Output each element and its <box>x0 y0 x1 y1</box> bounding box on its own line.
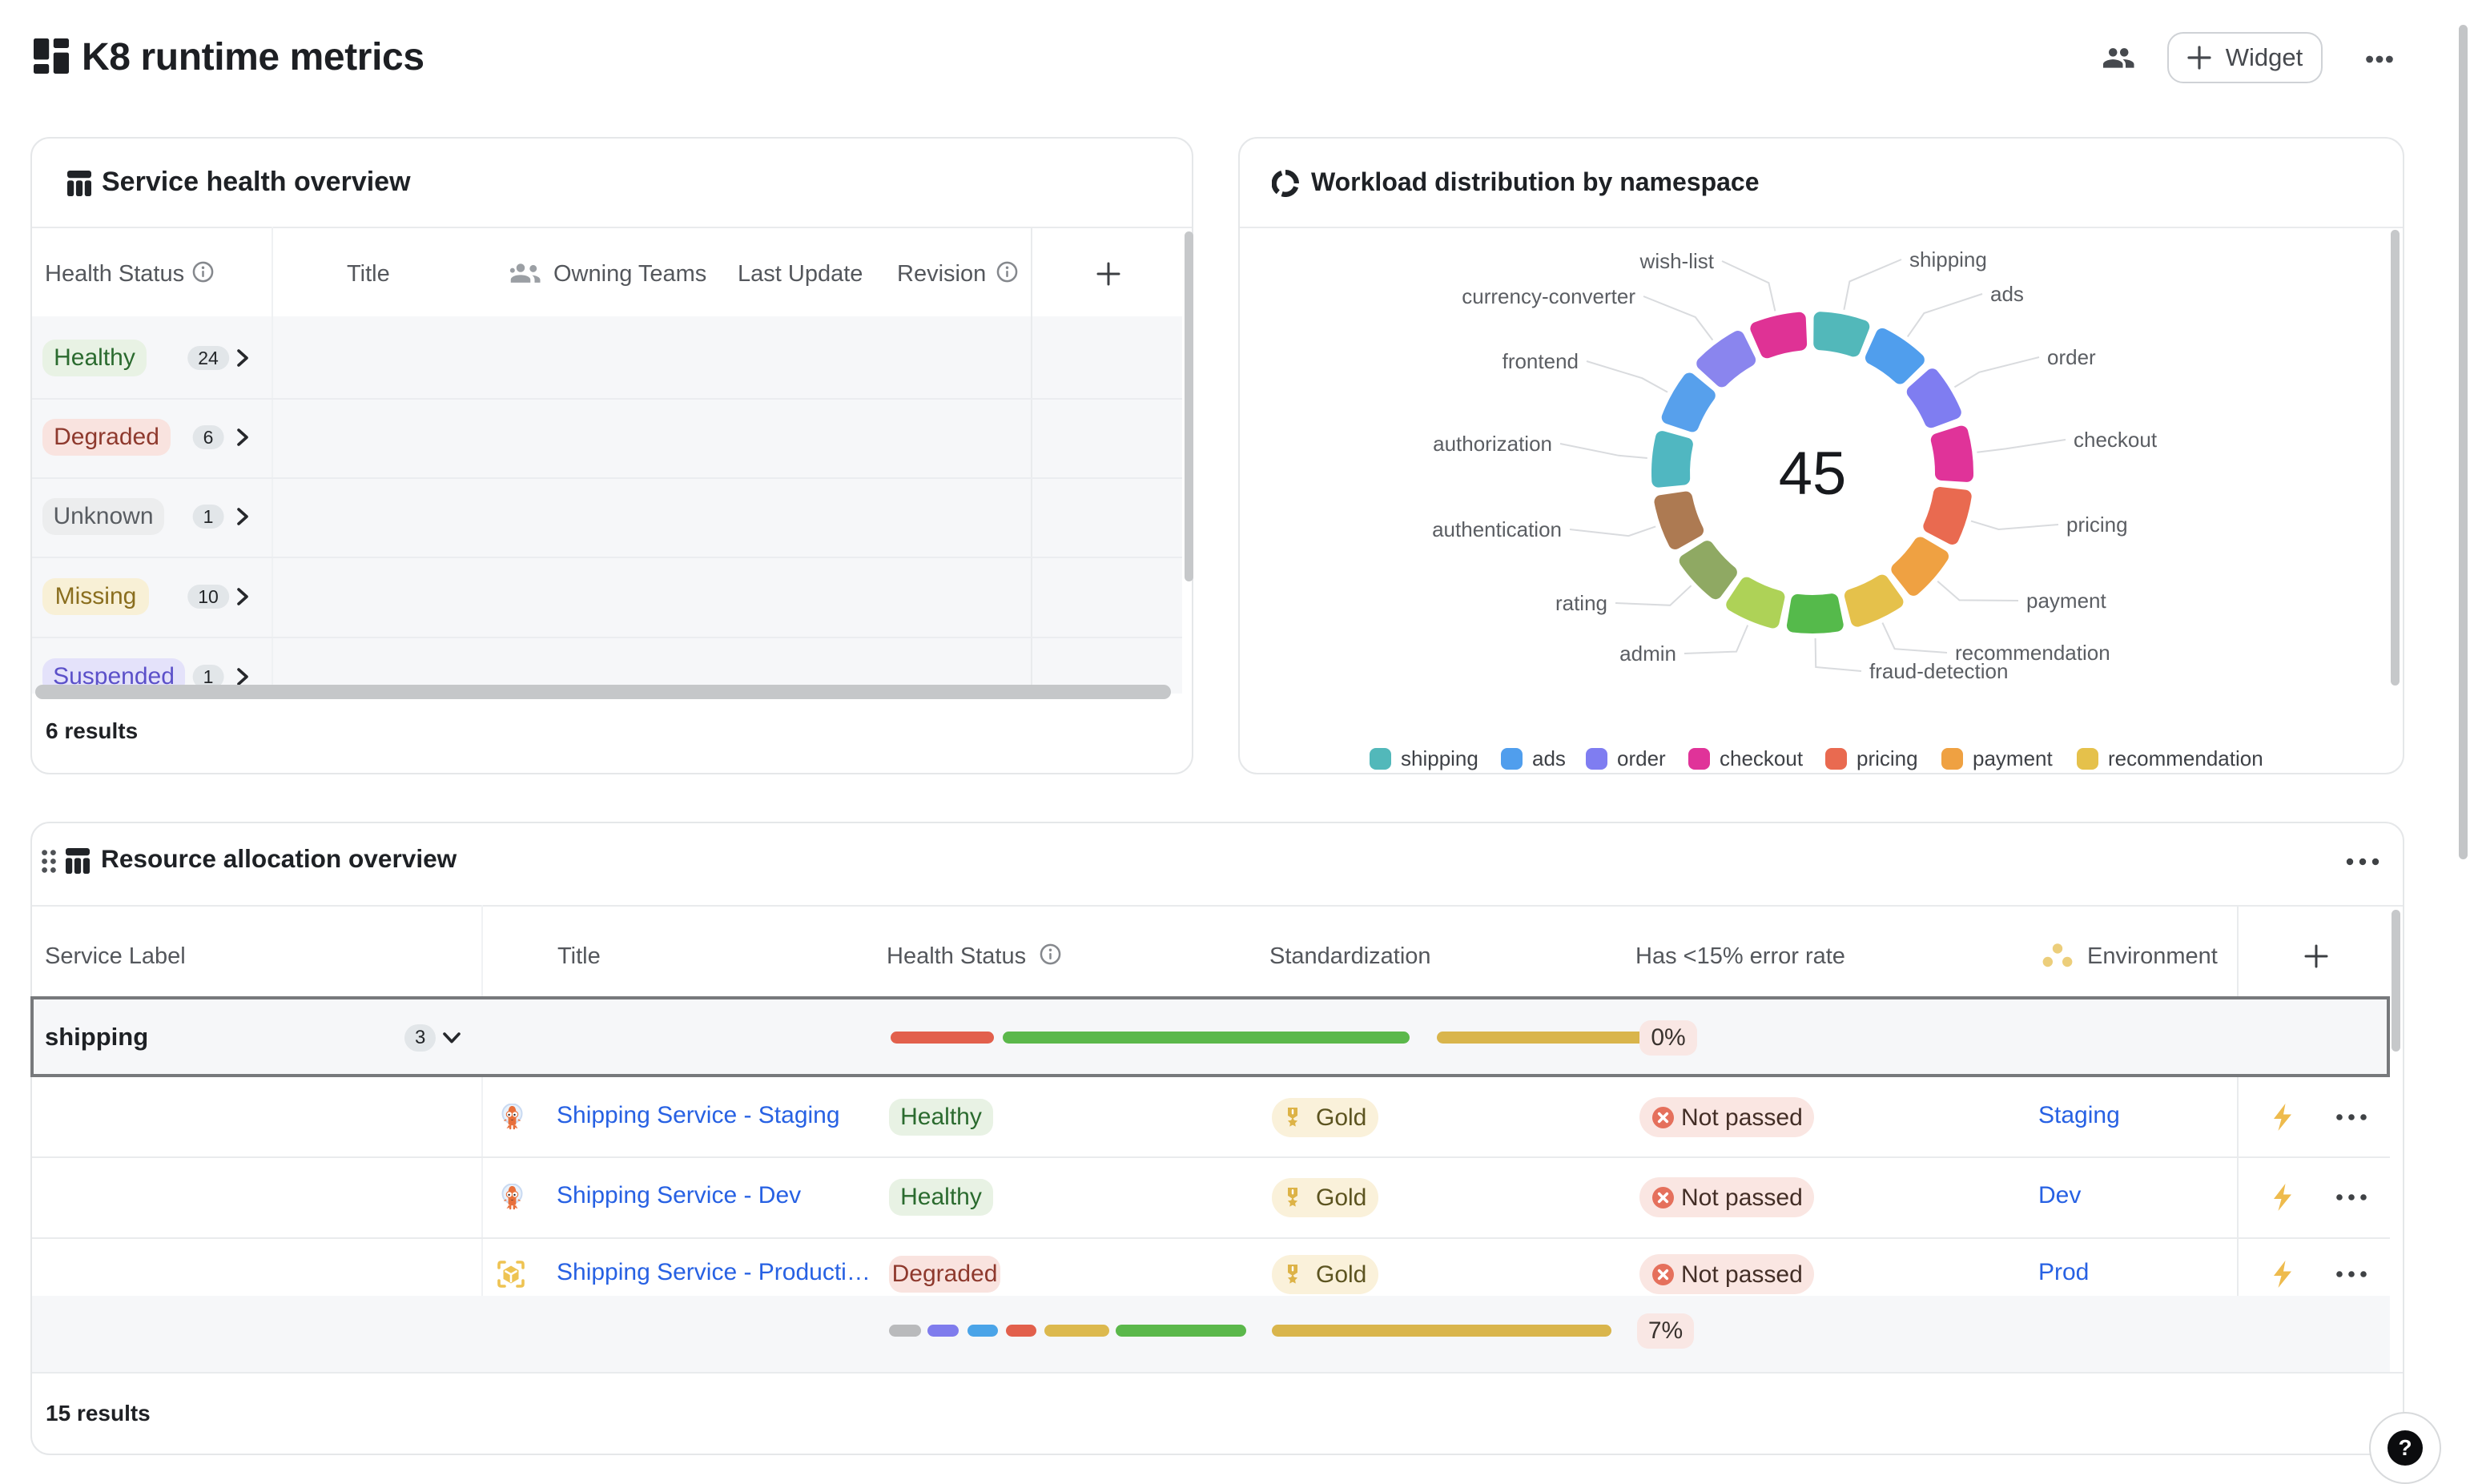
svg-text:order: order <box>2047 345 2096 369</box>
svg-text:pricing: pricing <box>2066 513 2128 537</box>
svg-text:45: 45 <box>1779 440 1847 508</box>
svg-text:ads: ads <box>1990 282 2024 306</box>
svg-text:admin: admin <box>1619 641 1676 666</box>
svg-text:rating: rating <box>1555 591 1607 615</box>
svg-text:authorization: authorization <box>1433 432 1552 456</box>
svg-text:wish-list: wish-list <box>1639 249 1715 273</box>
svg-text:shipping: shipping <box>1909 247 1987 271</box>
svg-text:authentication: authentication <box>1432 517 1562 541</box>
svg-text:currency-converter: currency-converter <box>1462 284 1635 308</box>
svg-text:checkout: checkout <box>2074 428 2158 452</box>
svg-text:payment: payment <box>2026 589 2106 613</box>
svg-text:frontend: frontend <box>1503 349 1579 373</box>
svg-text:fraud-detection: fraud-detection <box>1869 659 2008 683</box>
